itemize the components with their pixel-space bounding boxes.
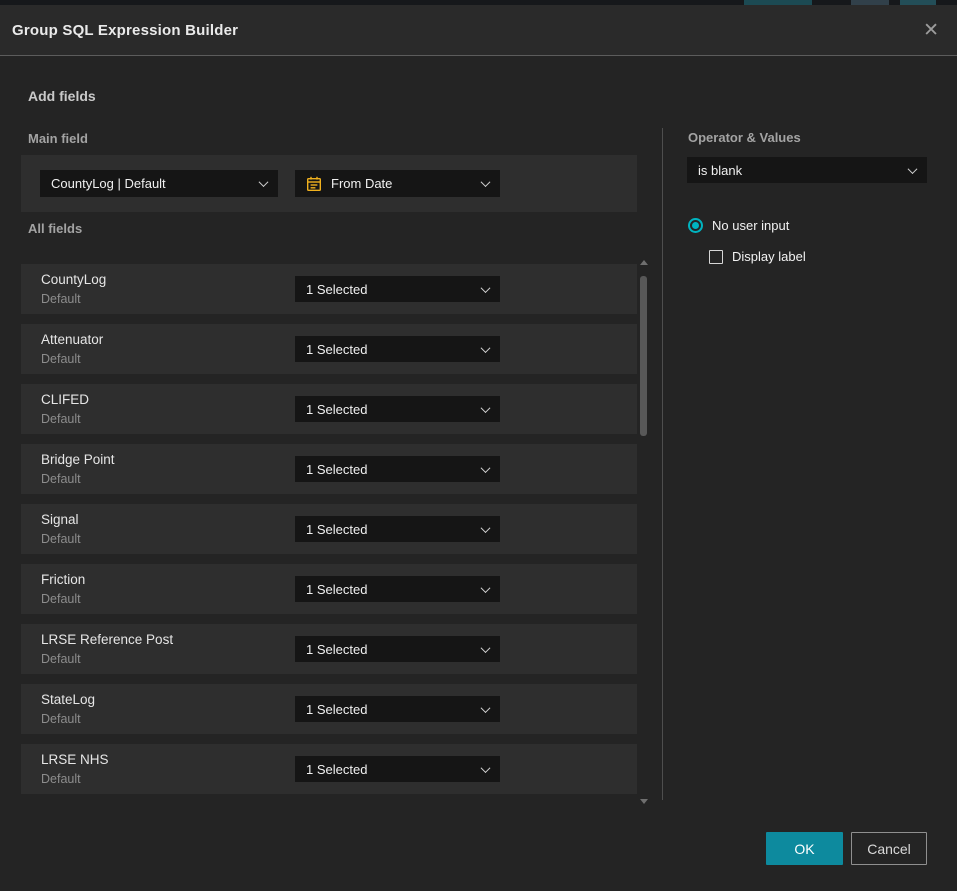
operator-select[interactable]: is blank [687, 157, 927, 183]
chevron-down-icon [908, 164, 918, 174]
scrollbar-down-arrow-icon[interactable] [640, 799, 648, 804]
calendar-icon [306, 176, 322, 192]
dialog-header: Group SQL Expression Builder ✕ [0, 5, 957, 56]
field-sublabel: Default [41, 472, 81, 486]
panel-divider [662, 128, 663, 800]
field-name: CountyLog [41, 272, 106, 287]
main-field-source-select[interactable]: CountyLog | Default [40, 170, 278, 197]
operator-select-value: is blank [698, 163, 909, 178]
field-selection-select[interactable]: 1 Selected [295, 696, 500, 722]
display-label-label: Display label [732, 249, 806, 264]
field-name: Signal [41, 512, 79, 527]
dialog-title: Group SQL Expression Builder [12, 22, 238, 39]
main-field-label: Main field [28, 131, 88, 146]
scrollbar-up-arrow-icon[interactable] [640, 260, 648, 265]
cancel-button[interactable]: Cancel [851, 832, 927, 865]
radio-dot [692, 222, 699, 229]
field-selection-value: 1 Selected [306, 522, 482, 537]
field-name: Attenuator [41, 332, 103, 347]
main-field-panel: CountyLog | Default [21, 155, 637, 212]
field-name: Friction [41, 572, 85, 587]
field-name: LRSE Reference Post [41, 632, 173, 647]
field-selection-value: 1 Selected [306, 402, 482, 417]
scrollbar-thumb[interactable] [640, 276, 647, 436]
all-fields-label: All fields [28, 221, 82, 236]
field-row: CLIFED Default 1 Selected [21, 384, 637, 434]
operator-values-label: Operator & Values [688, 130, 801, 145]
chevron-down-icon [481, 177, 491, 187]
screen: Group SQL Expression Builder ✕ Add field… [0, 0, 957, 891]
field-row: Friction Default 1 Selected [21, 564, 637, 614]
field-sublabel: Default [41, 652, 81, 666]
field-selection-select[interactable]: 1 Selected [295, 456, 500, 482]
field-sublabel: Default [41, 532, 81, 546]
field-name: LRSE NHS [41, 752, 109, 767]
field-selection-value: 1 Selected [306, 762, 482, 777]
chevron-down-icon [481, 343, 491, 353]
chevron-down-icon [481, 643, 491, 653]
field-sublabel: Default [41, 352, 81, 366]
field-selection-value: 1 Selected [306, 702, 482, 717]
field-name: Bridge Point [41, 452, 115, 467]
display-label-checkbox-row[interactable]: Display label [709, 249, 806, 264]
main-field-source-value: CountyLog | Default [51, 176, 260, 191]
group-sql-expression-builder-dialog: Group SQL Expression Builder ✕ Add field… [0, 5, 957, 891]
field-selection-value: 1 Selected [306, 642, 482, 657]
field-selection-value: 1 Selected [306, 342, 482, 357]
field-name: CLIFED [41, 392, 89, 407]
field-sublabel: Default [41, 292, 81, 306]
add-fields-heading: Add fields [28, 88, 96, 104]
field-selection-select[interactable]: 1 Selected [295, 636, 500, 662]
checkbox-unchecked-icon[interactable] [709, 250, 723, 264]
no-user-input-label: No user input [712, 218, 789, 233]
field-selection-value: 1 Selected [306, 462, 482, 477]
main-field-field-select[interactable]: From Date [295, 170, 500, 197]
field-sublabel: Default [41, 772, 81, 786]
chevron-down-icon [481, 703, 491, 713]
field-row: Signal Default 1 Selected [21, 504, 637, 554]
no-user-input-radio-row[interactable]: No user input [688, 218, 789, 233]
field-sublabel: Default [41, 412, 81, 426]
main-field-field-value: From Date [331, 176, 482, 191]
field-sublabel: Default [41, 712, 81, 726]
field-row: CountyLog Default 1 Selected [21, 264, 637, 314]
field-row: LRSE NHS Default 1 Selected [21, 744, 637, 794]
chevron-down-icon [259, 177, 269, 187]
field-selection-select[interactable]: 1 Selected [295, 336, 500, 362]
all-fields-list: CountyLog Default 1 Selected Attenuator … [21, 264, 637, 807]
ok-button[interactable]: OK [766, 832, 843, 865]
fields-list-scrollbar[interactable] [639, 258, 648, 806]
field-selection-select[interactable]: 1 Selected [295, 756, 500, 782]
field-selection-select[interactable]: 1 Selected [295, 396, 500, 422]
chevron-down-icon [481, 463, 491, 473]
field-row: StateLog Default 1 Selected [21, 684, 637, 734]
radio-selected-icon[interactable] [688, 218, 703, 233]
field-selection-select[interactable]: 1 Selected [295, 576, 500, 602]
field-selection-select[interactable]: 1 Selected [295, 516, 500, 542]
chevron-down-icon [481, 763, 491, 773]
chevron-down-icon [481, 523, 491, 533]
close-icon[interactable]: ✕ [923, 21, 939, 40]
field-row: Attenuator Default 1 Selected [21, 324, 637, 374]
chevron-down-icon [481, 403, 491, 413]
chevron-down-icon [481, 583, 491, 593]
field-selection-select[interactable]: 1 Selected [295, 276, 500, 302]
field-row: LRSE Reference Post Default 1 Selected [21, 624, 637, 674]
field-selection-value: 1 Selected [306, 582, 482, 597]
field-sublabel: Default [41, 592, 81, 606]
field-row: Bridge Point Default 1 Selected [21, 444, 637, 494]
field-name: StateLog [41, 692, 95, 707]
field-selection-value: 1 Selected [306, 282, 482, 297]
chevron-down-icon [481, 283, 491, 293]
